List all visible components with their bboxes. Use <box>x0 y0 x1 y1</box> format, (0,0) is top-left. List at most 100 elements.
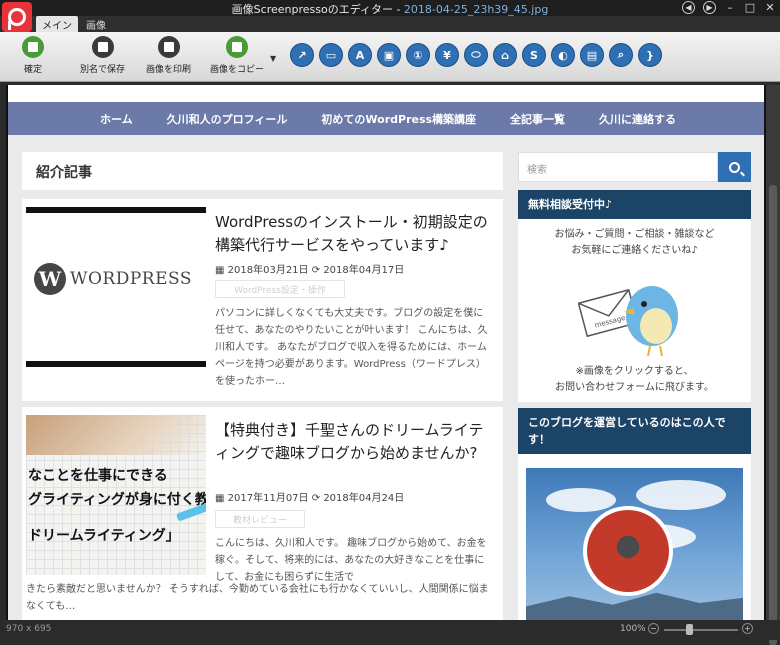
site-nav: ホーム 久川和人のプロフィール 初めてのWordPress構築講座 全記事一覧 … <box>8 102 764 135</box>
arrow-tool-icon[interactable]: ↗ <box>290 43 314 67</box>
section-heading: 紹介記事 <box>22 152 503 190</box>
site-top-strip <box>8 85 764 102</box>
post-excerpt-continued: きたら素敵だと思いませんか？ そうすれば、今勤めている会社にも行かなくていいし、… <box>26 584 489 612</box>
blur-tool-icon[interactable]: ◐ <box>551 43 575 67</box>
screenpresso-logo-icon[interactable] <box>2 2 32 32</box>
tab-image[interactable]: 画像 <box>80 16 112 32</box>
save-as-button[interactable]: 別名で保存 <box>80 36 125 75</box>
text-tool-icon[interactable]: A <box>348 43 372 67</box>
numbering-tool-icon[interactable]: ① <box>406 43 430 67</box>
thumb-line: グライティングが身に付く教科 <box>28 492 206 508</box>
section-heading-text: 紹介記事 <box>36 165 92 181</box>
post-meta: ▦ 2017年11月07日 ⟳ 2018年04月24日 <box>215 489 404 504</box>
print-button[interactable]: 画像を印刷 <box>146 36 191 75</box>
cloud <box>636 480 726 510</box>
maximize-button[interactable]: □ <box>744 1 756 14</box>
calendar-icon: ▦ <box>215 265 225 276</box>
title-bar: 画像Screenpressoのエディター - 2018-04-25_23h39_… <box>0 0 780 16</box>
post-date: 2018年03月21日 <box>227 265 309 276</box>
ribbon-tabs: メイン 画像 <box>36 16 112 32</box>
ellipse-tool-icon[interactable]: ⬭ <box>464 43 488 67</box>
bird-mascot-image[interactable]: message <box>578 268 688 358</box>
post-category[interactable]: 教材レビュー <box>215 510 305 528</box>
search-button[interactable] <box>718 152 751 182</box>
nav-contact[interactable]: 久川に連絡する <box>599 111 676 127</box>
confirm-button[interactable]: 確定 <box>22 36 44 75</box>
post-meta: ▦ 2018年03月21日 ⟳ 2018年04月17日 <box>215 261 404 276</box>
avatar[interactable] <box>583 506 673 596</box>
widget-title: 無料相談受付中♪ <box>518 190 751 219</box>
zoom-slider-handle[interactable] <box>686 624 693 635</box>
window-filename: 2018-04-25_23h39_45.jpg <box>403 3 549 16</box>
confirm-label: 確定 <box>23 65 42 75</box>
post-card[interactable]: W WORDPRESS WordPressのインストール・初期設定の構築代行サー… <box>22 199 503 401</box>
search-icon <box>729 161 740 173</box>
paper-shadow <box>26 415 206 455</box>
annotation-tools: ↗ ▭ A ▣ ① ¥ ⬭ ⌂ S ◐ ▤ ⌕ } <box>290 43 662 67</box>
copy-button[interactable]: 画像をコピー <box>210 36 264 75</box>
zoom-slider[interactable] <box>664 629 738 631</box>
printer-icon <box>157 36 180 58</box>
copy-icon <box>226 36 248 58</box>
zoom-level: 100% <box>620 624 646 634</box>
post-title[interactable]: 【特典付き】千聖さんのドリームライティングで趣味ブログから始めませんか? <box>215 419 495 465</box>
post-excerpt: パソコンに詳しくなくても大丈夫です。ブログの設定を僕に任せて、あなたのやりたいこ… <box>215 308 488 387</box>
nav-profile[interactable]: 久川和人のプロフィール <box>167 111 288 127</box>
zoom-out-icon[interactable]: − <box>648 623 659 634</box>
copy-dropdown-icon[interactable]: ▼ <box>270 54 276 63</box>
thumb-line: ドリームライティング」 <box>28 528 180 544</box>
image-dimensions: 970 x 695 <box>6 624 52 634</box>
post-excerpt: こんにちは、久川和人です。 趣味ブログから始めて、お金を稼ぐ。そして、将来的には… <box>215 538 487 583</box>
close-button[interactable]: ✕ <box>764 1 776 14</box>
post-date: 2017年11月07日 <box>227 493 309 504</box>
thumb-line: なことを仕事にできる <box>28 468 168 484</box>
polygon-tool-icon[interactable]: ⌂ <box>493 43 517 67</box>
refresh-icon: ⟳ <box>311 493 321 504</box>
copy-label: 画像をコピー <box>210 65 265 75</box>
vertical-scrollbar[interactable] <box>766 85 780 645</box>
zoom-in-icon[interactable]: + <box>742 623 753 634</box>
profile-widget: このブログを運営しているのはこの人です！ <box>518 408 751 620</box>
minimize-button[interactable]: – <box>724 1 736 14</box>
forward-icon[interactable]: ▶ <box>703 1 716 14</box>
cloud <box>546 488 616 512</box>
widget-title: このブログを運営しているのはこの人です！ <box>518 408 751 454</box>
magnifier-tool-icon[interactable]: ⌕ <box>609 43 633 67</box>
window-title-prefix: 画像Screenpressoのエディター - <box>231 3 404 16</box>
widget-text: お問い合わせフォームに飛びます。 <box>555 382 714 393</box>
status-bar: 970 x 695 100% − + <box>0 620 780 640</box>
nav-home[interactable]: ホーム <box>100 111 133 127</box>
window-title: 画像Screenpressoのエディター - 2018-04-25_23h39_… <box>0 1 780 17</box>
wordpress-wordmark: WORDPRESS <box>70 269 192 289</box>
back-icon[interactable]: ◀ <box>682 1 695 14</box>
nav-course[interactable]: 初めてのWordPress構築講座 <box>321 111 476 127</box>
widget-text: お気軽にご連絡くださいね♪ <box>571 245 698 256</box>
nav-all-posts[interactable]: 全記事一覧 <box>510 111 565 127</box>
tab-main[interactable]: メイン <box>36 16 78 32</box>
disk-icon <box>91 36 114 58</box>
save-as-label: 別名で保存 <box>80 65 126 75</box>
post-updated: 2018年04月24日 <box>323 493 405 504</box>
ribbon-toolbar: 確定 別名で保存 画像を印刷 画像をコピー ▼ ↗ ▭ A ▣ ① ¥ ⬭ ⌂ … <box>0 32 780 82</box>
image-canvas[interactable]: ホーム 久川和人のプロフィール 初めてのWordPress構築講座 全記事一覧 … <box>6 85 766 620</box>
post-title[interactable]: WordPressのインストール・初期設定の構築代行サービスをやっています♪ <box>215 211 495 257</box>
save-icon <box>22 36 44 58</box>
post-thumbnail[interactable]: W WORDPRESS <box>26 207 206 367</box>
stamp-tool-icon[interactable]: ¥ <box>435 43 459 67</box>
ribbon-tab-strip <box>0 16 780 32</box>
scroll-thumb[interactable] <box>769 185 777 645</box>
image-tool-icon[interactable]: ▤ <box>580 43 604 67</box>
bracket-tool-icon[interactable]: } <box>638 43 662 67</box>
post-thumbnail[interactable]: なことを仕事にできる グライティングが身に付く教科 ドリームライティング」 <box>26 415 206 575</box>
rectangle-tool-icon[interactable]: ▭ <box>319 43 343 67</box>
refresh-icon: ⟳ <box>311 265 321 276</box>
wordpress-logo-icon: W <box>34 263 66 295</box>
freehand-tool-icon[interactable]: S <box>522 43 546 67</box>
print-label: 画像を印刷 <box>146 65 192 75</box>
callout-tool-icon[interactable]: ▣ <box>377 43 401 67</box>
post-category[interactable]: WordPress設定・操作 <box>215 280 345 298</box>
search-input[interactable]: 検索 <box>518 152 718 182</box>
widget-text: お悩み・ご質問・ご相談・雑談など <box>554 229 715 240</box>
title-controls: ◀ ▶ – □ ✕ <box>682 1 776 14</box>
post-updated: 2018年04月17日 <box>323 265 405 276</box>
